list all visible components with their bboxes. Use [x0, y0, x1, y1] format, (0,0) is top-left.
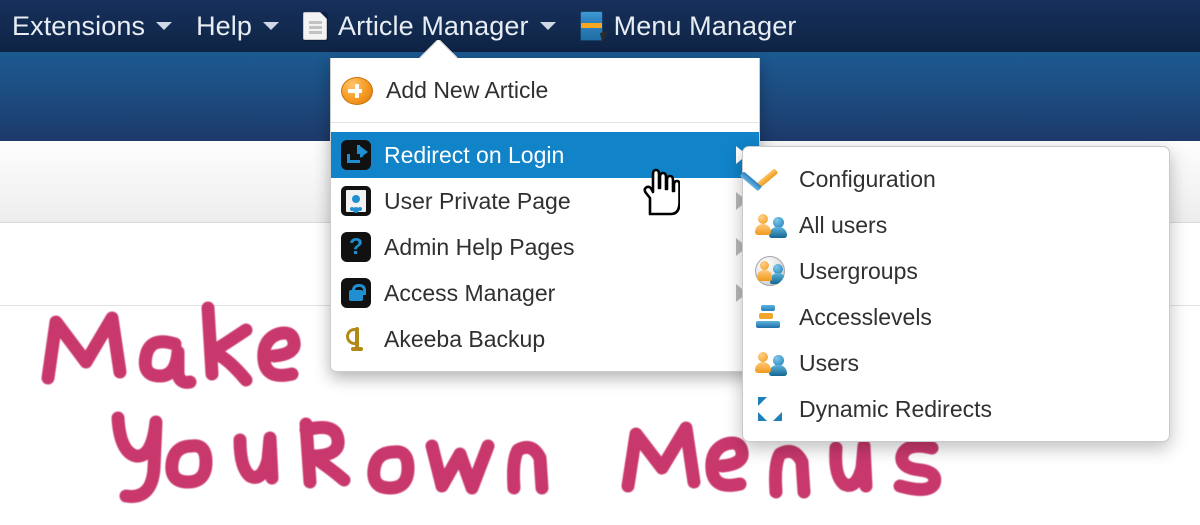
menu-item-admin-help-pages[interactable]: Admin Help Pages [331, 224, 759, 270]
submenu-item-label: Usergroups [799, 257, 918, 284]
redirect-icon [341, 140, 371, 170]
menubar-item-help[interactable]: Help [184, 0, 291, 52]
pointing-hand-cursor [643, 168, 680, 216]
menu-item-user-private-page[interactable]: User Private Page [331, 178, 759, 224]
dynamic-redirects-icon [755, 394, 785, 424]
users-icon [755, 210, 787, 240]
submenu-item-label: Accesslevels [799, 303, 932, 330]
menubar-item-label: Help [196, 10, 253, 41]
users-icon [755, 348, 787, 378]
dropdown-section-new: Add New Article [331, 58, 759, 122]
menu-manager-icon [579, 11, 603, 41]
submenu-item-accesslevels[interactable]: Accesslevels [743, 294, 1169, 340]
dropdown-caret [330, 40, 758, 58]
tools-icon [755, 164, 785, 194]
document-icon [303, 12, 328, 40]
menu-item-label: Add New Article [386, 76, 549, 103]
menu-item-label: Admin Help Pages [384, 233, 575, 260]
submenu-item-label: Users [799, 349, 860, 376]
padlock-icon [341, 278, 371, 308]
redirect-on-login-submenu: Configuration All users Usergroups Acces… [742, 146, 1170, 442]
menu-item-akeeba-backup[interactable]: Akeeba Backup [331, 316, 759, 362]
menubar-item-extensions[interactable]: Extensions [0, 0, 184, 52]
menubar-item-label: Extensions [12, 10, 146, 41]
usergroups-icon [755, 256, 785, 286]
menu-item-label: Access Manager [384, 279, 556, 306]
menu-item-add-new-article[interactable]: Add New Article [331, 67, 759, 113]
submenu-item-label: Configuration [799, 165, 936, 192]
submenu-item-dynamic-redirects[interactable]: Dynamic Redirects [743, 386, 1169, 432]
submenu-item-configuration[interactable]: Configuration [743, 156, 1169, 202]
article-manager-dropdown: Add New Article Redirect on Login User P… [330, 40, 760, 372]
menubar-item-label: Menu Manager [613, 10, 797, 41]
menu-item-label: Redirect on Login [384, 141, 565, 168]
menu-item-label: Akeeba Backup [384, 325, 546, 352]
submenu-item-usergroups[interactable]: Usergroups [743, 248, 1169, 294]
dropdown-section-components: Redirect on Login User Private Page Admi… [331, 122, 759, 371]
chevron-down-icon [156, 22, 173, 30]
chevron-down-icon [539, 22, 556, 30]
submenu-item-label: Dynamic Redirects [799, 395, 992, 422]
question-mark-icon [341, 231, 371, 262]
menu-item-label: User Private Page [384, 187, 571, 214]
menu-item-redirect-on-login[interactable]: Redirect on Login [331, 132, 759, 178]
submenu-item-users[interactable]: Users [743, 340, 1169, 386]
chevron-down-icon [263, 22, 280, 30]
akeeba-icon [341, 324, 371, 354]
user-page-icon [341, 186, 371, 216]
menu-item-access-manager[interactable]: Access Manager [331, 270, 759, 316]
plus-circle-icon [341, 76, 373, 105]
menubar-item-label: Article Manager [338, 10, 529, 41]
submenu-item-label: All users [799, 211, 888, 238]
accesslevels-icon [755, 302, 785, 332]
submenu-item-all-users[interactable]: All users [743, 202, 1169, 248]
